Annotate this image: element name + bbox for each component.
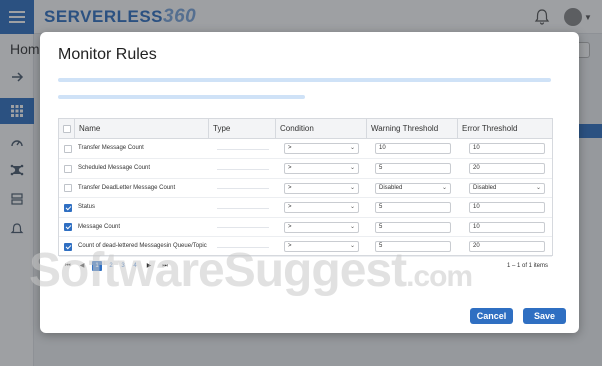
warning-threshold-input[interactable]: 5 bbox=[375, 221, 451, 233]
error-threshold-input[interactable]: 20 bbox=[469, 241, 545, 252]
condition-value: > bbox=[288, 145, 292, 151]
condition-value: > bbox=[288, 165, 292, 171]
chevron-down-icon: ⌄ bbox=[349, 145, 355, 151]
type-placeholder bbox=[217, 207, 269, 209]
warning-threshold-input[interactable]: 5 bbox=[375, 202, 451, 213]
save-button[interactable]: Save bbox=[523, 308, 566, 324]
condition-value: > bbox=[288, 223, 292, 230]
select-all-checkbox[interactable] bbox=[63, 125, 71, 133]
table-row: Status > ⌄ 5 10 bbox=[59, 198, 552, 218]
row-checkbox[interactable] bbox=[64, 184, 72, 192]
pagination-info: 1 – 1 of 1 items bbox=[506, 263, 548, 269]
condition-select[interactable]: > ⌄ bbox=[284, 163, 359, 174]
chevron-down-icon: ⌄ bbox=[349, 184, 355, 191]
rule-name: Scheduled Message Count bbox=[78, 165, 151, 171]
row-checkbox[interactable] bbox=[64, 164, 72, 173]
condition-select[interactable]: > ⌄ bbox=[284, 182, 359, 194]
error-threshold-input[interactable]: 10 bbox=[469, 202, 545, 213]
type-placeholder bbox=[217, 188, 269, 189]
watermark: SoftwareSuggest.com bbox=[29, 244, 473, 297]
error-threshold-value: Disabled bbox=[473, 184, 497, 191]
table-row: Message Count > ⌄ 5 10 bbox=[59, 218, 552, 237]
error-threshold-select[interactable]: Disabled ⌄ bbox=[469, 182, 545, 194]
error-threshold-input[interactable]: 10 bbox=[469, 221, 545, 233]
chevron-down-icon: ⌄ bbox=[349, 204, 355, 210]
error-threshold-input[interactable]: 20 bbox=[469, 163, 545, 174]
cancel-button[interactable]: Cancel bbox=[470, 308, 513, 324]
loading-placeholder-bar bbox=[58, 78, 551, 82]
column-header-error-threshold[interactable]: Error Threshold bbox=[458, 119, 552, 139]
condition-select[interactable]: > ⌄ bbox=[284, 221, 359, 233]
type-placeholder bbox=[217, 227, 269, 228]
row-checkbox[interactable] bbox=[64, 203, 72, 212]
warning-threshold-select[interactable]: Disabled ⌄ bbox=[375, 182, 451, 194]
table-row: Transfer DeadLetter Message Count > ⌄ Disab… bbox=[59, 179, 552, 198]
condition-select[interactable]: > ⌄ bbox=[284, 202, 359, 213]
rules-table: Name Type Condition Warning Threshold Er… bbox=[58, 118, 553, 257]
warning-threshold-input[interactable]: 5 bbox=[375, 163, 451, 174]
condition-select[interactable]: > ⌄ bbox=[284, 143, 359, 154]
dialog-title: Monitor Rules bbox=[58, 46, 157, 63]
column-header-name[interactable]: Name bbox=[75, 119, 209, 139]
type-placeholder bbox=[217, 148, 269, 150]
type-placeholder bbox=[217, 168, 269, 170]
row-checkbox[interactable] bbox=[64, 144, 72, 153]
loading-placeholder-bar bbox=[58, 95, 305, 99]
chevron-down-icon: ⌄ bbox=[349, 165, 355, 171]
rule-name: Transfer Message Count bbox=[78, 145, 144, 151]
rule-name: Transfer DeadLetter Message Count bbox=[78, 184, 176, 191]
chevron-down-icon: ⌄ bbox=[441, 184, 447, 191]
error-threshold-input[interactable]: 10 bbox=[469, 143, 545, 154]
select-all-cell bbox=[59, 119, 75, 139]
column-header-warning-threshold[interactable]: Warning Threshold bbox=[367, 119, 458, 139]
table-header: Name Type Condition Warning Threshold Er… bbox=[59, 119, 552, 139]
rule-name: Message Count bbox=[78, 223, 121, 230]
condition-value: > bbox=[288, 204, 292, 210]
rule-name: Status bbox=[78, 204, 96, 210]
warning-threshold-value: Disabled bbox=[379, 184, 403, 191]
column-header-type[interactable]: Type bbox=[209, 119, 276, 139]
condition-value: > bbox=[288, 184, 292, 191]
table-row: Scheduled Message Count > ⌄ 5 20 bbox=[59, 159, 552, 179]
chevron-down-icon: ⌄ bbox=[535, 184, 541, 191]
chevron-down-icon: ⌄ bbox=[349, 223, 355, 230]
column-header-condition[interactable]: Condition bbox=[276, 119, 367, 139]
warning-threshold-input[interactable]: 10 bbox=[375, 143, 451, 154]
table-row: Transfer Message Count > ⌄ 10 10 bbox=[59, 139, 552, 159]
row-checkbox[interactable] bbox=[64, 223, 72, 231]
